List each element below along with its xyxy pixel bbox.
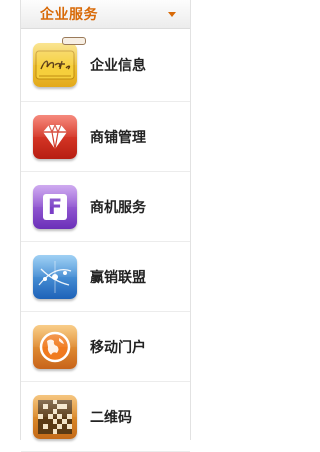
- menu-item-company-info[interactable]: 企业信息: [21, 29, 190, 102]
- caret-down-icon[interactable]: [168, 11, 176, 17]
- menu-item-label: 商机服务: [90, 199, 146, 216]
- menu-item-store-management[interactable]: 商铺管理: [21, 102, 190, 172]
- menu-item-label: 赢销联盟: [90, 269, 146, 286]
- globe-icon: [33, 324, 77, 369]
- menu-list: 企业信息 商铺管理 F 商机服务 赢销联盟 移动门户 二维码: [21, 29, 190, 452]
- notebook-icon: [33, 43, 77, 87]
- diamond-icon: [33, 114, 77, 159]
- menu-item-qr-code[interactable]: 二维码: [21, 382, 190, 452]
- menu-item-label: 移动门户: [90, 339, 146, 356]
- menu-header[interactable]: 企业服务: [21, 0, 190, 29]
- service-menu-panel: 企业服务 企业信息 商铺管理 F 商机服务 赢销联盟 移动门户 二维码: [20, 0, 191, 452]
- menu-item-label: 商铺管理: [90, 129, 146, 146]
- menu-item-label: 企业信息: [90, 58, 146, 74]
- menu-title: 企业服务: [40, 7, 98, 23]
- menu-item-marketing-alliance[interactable]: 赢销联盟: [21, 242, 190, 312]
- menu-item-mobile-portal[interactable]: 移动门户: [21, 312, 190, 382]
- qr-code-icon: [33, 394, 77, 439]
- qr-pattern: [38, 399, 72, 434]
- bookmark-tag-icon: [62, 37, 86, 45]
- menu-item-label: 二维码: [90, 409, 132, 426]
- f-letter-glyph: F: [43, 193, 67, 220]
- network-icon: [33, 254, 77, 299]
- f-letter-icon: F: [33, 184, 77, 229]
- menu-item-business-opportunity[interactable]: F 商机服务: [21, 172, 190, 242]
